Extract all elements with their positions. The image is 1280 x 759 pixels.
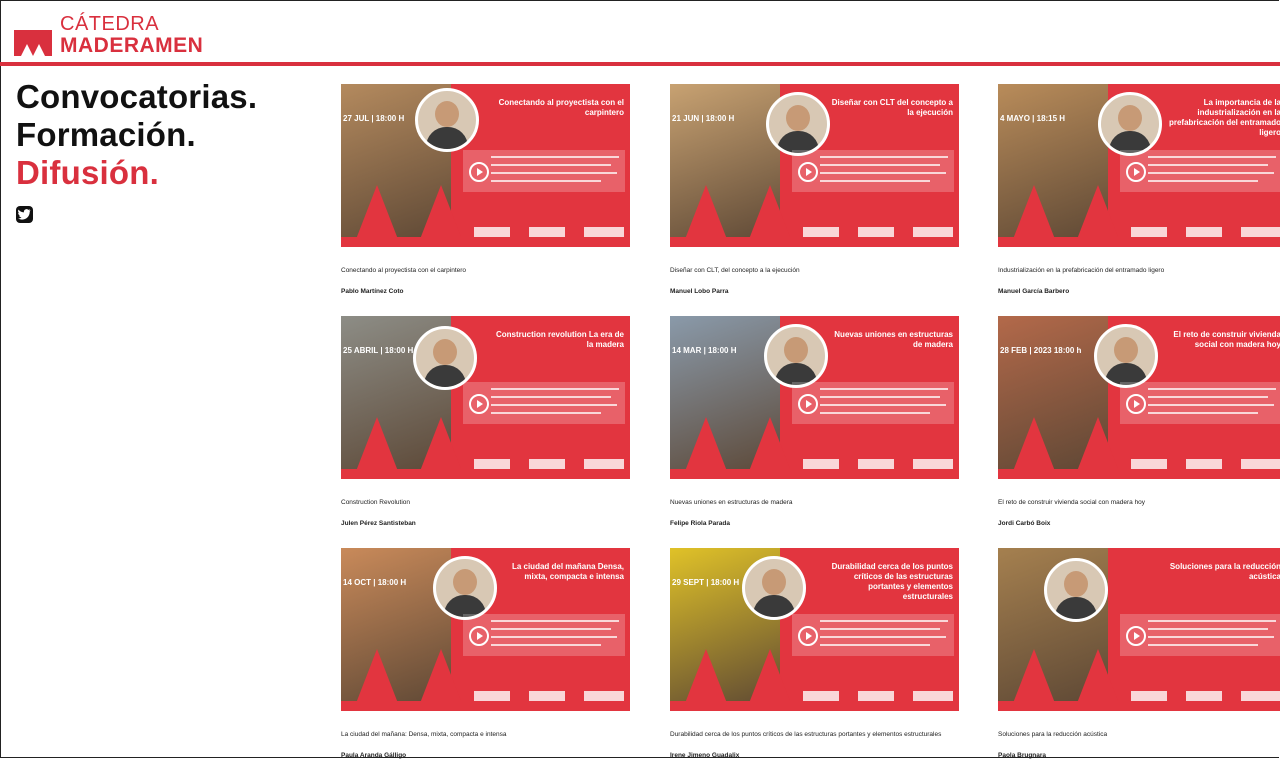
thumbnail-title: El reto de construir vivienda social con… <box>1173 330 1280 349</box>
sponsor-logos <box>803 691 953 703</box>
video-author: Julen Pérez Santisteban <box>341 520 416 527</box>
thumbnail-title: La importancia de la industrialización e… <box>1168 98 1280 137</box>
thumbnail-date: 27 JUL | 18:00 H <box>343 114 405 123</box>
video-author: Jordi Carbó Boix <box>998 520 1051 527</box>
sponsor-logos <box>474 691 624 703</box>
speaker-avatar <box>742 556 806 620</box>
thumbnail-date: 14 OCT | 18:00 H <box>343 578 407 587</box>
sponsor-logos <box>803 459 953 471</box>
thumbnail-title: Conectando al proyectista con el carpint… <box>498 98 624 117</box>
video-title[interactable]: Construction Revolution <box>341 499 630 506</box>
thumbnail-date: 14 MAR | 18:00 H <box>672 346 737 355</box>
video-title[interactable]: Durabilidad cerca de los puntos críticos… <box>670 731 959 738</box>
thumbnail-title: Soluciones para la reducción acústica <box>1169 562 1280 581</box>
play-icon[interactable] <box>469 162 489 182</box>
video-card[interactable]: La importancia de la industrialización e… <box>998 84 1280 295</box>
video-thumbnail[interactable]: La ciudad del mañana Densa, mixta, compa… <box>341 548 630 711</box>
play-icon[interactable] <box>469 394 489 414</box>
video-title[interactable]: Soluciones para la reducción acústica <box>998 731 1280 738</box>
thumbnail-title: Nuevas uniones en estructuras de madera <box>834 330 953 349</box>
thumbnail-date: 21 JUN | 18:00 H <box>672 114 735 123</box>
video-card[interactable]: Construction revolution La era de la mad… <box>341 316 630 527</box>
thumbnail-date: 28 FEB | 2023 18:00 h <box>1000 346 1082 355</box>
speaker-avatar <box>766 92 830 156</box>
sponsor-logos <box>474 459 624 471</box>
speaker-avatar <box>413 326 477 390</box>
video-thumbnail[interactable]: Conectando al proyectista con el carpint… <box>341 84 630 247</box>
speaker-avatar <box>1098 92 1162 156</box>
video-author: Manuel Lobo Parra <box>670 288 729 295</box>
tagline-convocatorias: Convocatorias. <box>16 78 258 115</box>
sponsor-logos <box>1131 459 1280 471</box>
video-author: Felipe Riola Parada <box>670 520 730 527</box>
video-title[interactable]: La ciudad del mañana: Densa, mixta, comp… <box>341 731 630 738</box>
video-card[interactable]: La ciudad del mañana Densa, mixta, compa… <box>341 548 630 759</box>
video-thumbnail[interactable]: Nuevas uniones en estructuras de madera … <box>670 316 959 479</box>
sponsor-logos <box>474 227 624 239</box>
sponsor-logos <box>1131 691 1280 703</box>
play-icon[interactable] <box>469 626 489 646</box>
thumbnail-date: 25 ABRIL | 18:00 H <box>343 346 414 355</box>
video-thumbnail[interactable]: El reto de construir vivienda social con… <box>998 316 1280 479</box>
video-card[interactable]: Diseñar con CLT del concepto a la ejecuc… <box>670 84 959 295</box>
video-title[interactable]: El reto de construir vivienda social con… <box>998 499 1280 506</box>
video-thumbnail[interactable]: Construction revolution La era de la mad… <box>341 316 630 479</box>
play-icon[interactable] <box>1126 162 1146 182</box>
speaker-avatar <box>1044 558 1108 622</box>
video-card[interactable]: Durabilidad cerca de los puntos críticos… <box>670 548 959 759</box>
video-card[interactable]: Conectando al proyectista con el carpint… <box>341 84 630 295</box>
play-icon[interactable] <box>798 626 818 646</box>
site-logo[interactable]: CÁTEDRA MADERAMEN <box>14 14 203 56</box>
video-title[interactable]: Diseñar con CLT, del concepto a la ejecu… <box>670 267 959 274</box>
play-icon[interactable] <box>1126 394 1146 414</box>
speaker-avatar <box>433 556 497 620</box>
thumbnail-title: Diseñar con CLT del concepto a la ejecuc… <box>831 98 953 117</box>
header-divider <box>0 62 1280 66</box>
play-icon[interactable] <box>1126 626 1146 646</box>
sponsor-logos <box>803 227 953 239</box>
video-author: Pablo Martínez Coto <box>341 288 404 295</box>
sponsor-logos <box>1131 227 1280 239</box>
play-icon[interactable] <box>798 162 818 182</box>
thumbnail-title: Durabilidad cerca de los puntos críticos… <box>831 562 953 601</box>
sidebar: Convocatorias. Formación. Difusión. <box>16 78 316 223</box>
logo-text-top: CÁTEDRA <box>60 13 160 35</box>
video-title[interactable]: Conectando al proyectista con el carpint… <box>341 267 630 274</box>
video-thumbnail[interactable]: Diseñar con CLT del concepto a la ejecuc… <box>670 84 959 247</box>
video-thumbnail[interactable]: Soluciones para la reducción acústica <box>998 548 1280 711</box>
video-title[interactable]: Industrialización en la prefabricación d… <box>998 267 1280 274</box>
speaker-avatar <box>764 324 828 388</box>
video-thumbnail[interactable]: La importancia de la industrialización e… <box>998 84 1280 247</box>
logo-mark-icon <box>14 30 52 56</box>
video-card[interactable]: Soluciones para la reducción acústica So… <box>998 548 1280 759</box>
twitter-icon[interactable] <box>16 206 33 223</box>
thumbnail-title: La ciudad del mañana Densa, mixta, compa… <box>511 562 624 581</box>
video-title[interactable]: Nuevas uniones en estructuras de madera <box>670 499 959 506</box>
tagline-formacion: Formación. <box>16 116 196 153</box>
speaker-avatar <box>415 88 479 152</box>
thumbnail-date: 29 SEPT | 18:00 H <box>672 578 740 587</box>
thumbnail-title: Construction revolution La era de la mad… <box>495 330 624 349</box>
site-header: CÁTEDRA MADERAMEN <box>0 0 1280 64</box>
thumbnail-date: 4 MAYO | 18:15 H <box>1000 114 1066 123</box>
speaker-avatar <box>1094 324 1158 388</box>
video-card[interactable]: Nuevas uniones en estructuras de madera … <box>670 316 959 527</box>
logo-text-bottom: MADERAMEN <box>60 34 204 57</box>
tagline-difusion: Difusión. <box>16 154 159 191</box>
video-thumbnail[interactable]: Durabilidad cerca de los puntos críticos… <box>670 548 959 711</box>
video-author: Manuel García Barbero <box>998 288 1070 295</box>
play-icon[interactable] <box>798 394 818 414</box>
video-card[interactable]: El reto de construir vivienda social con… <box>998 316 1280 527</box>
